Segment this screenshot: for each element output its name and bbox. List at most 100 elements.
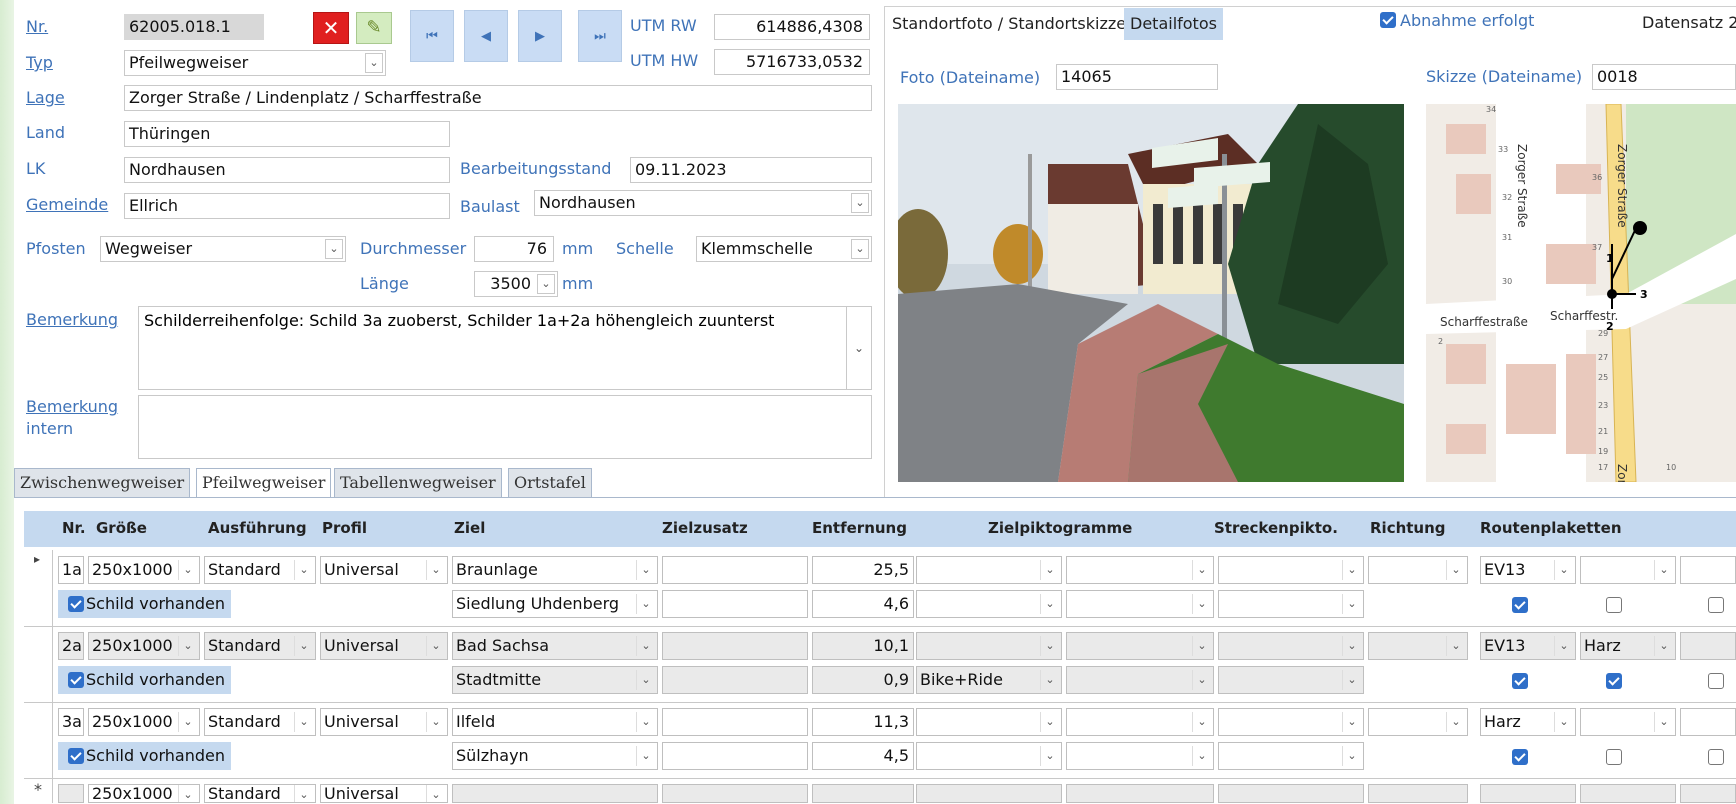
row3-profil-select[interactable]: Universal ⌄ <box>320 708 448 736</box>
chevron-down-icon[interactable]: ⌄ <box>178 636 197 656</box>
chevron-down-icon[interactable]: ⌄ <box>426 560 445 580</box>
chevron-down-icon[interactable]: ⌄ <box>294 636 313 656</box>
tab-pfeilwegweiser[interactable]: Pfeilwegweiser <box>196 468 332 498</box>
row3-pikto2a[interactable]: ⌄ <box>916 742 1062 770</box>
chevron-down-icon[interactable]: ⌄ <box>846 307 871 389</box>
abnahme-checkbox[interactable] <box>1380 12 1396 28</box>
row2-rp-check-2[interactable] <box>1606 673 1622 689</box>
row2-ziel1-select[interactable]: Bad Sachsa ⌄ <box>452 632 658 660</box>
row3-rp2-select[interactable]: ⌄ <box>1580 708 1676 736</box>
row2-groesse-select[interactable]: 250x1000 ⌄ <box>88 632 200 660</box>
row3-rp1-select[interactable]: Harz ⌄ <box>1480 708 1576 736</box>
row1-entf1[interactable]: 25,5 <box>812 556 914 584</box>
row2-entf2[interactable]: 0,9 <box>812 666 914 694</box>
row1-strecken2[interactable]: ⌄ <box>1218 590 1364 618</box>
land-field[interactable]: Thüringen <box>124 121 450 147</box>
chevron-down-icon[interactable]: ⌄ <box>1192 560 1211 580</box>
row2-richtung[interactable]: ⌄ <box>1368 632 1468 660</box>
row2-zielzusatz1[interactable] <box>662 632 808 660</box>
chevron-down-icon[interactable]: ⌄ <box>1342 560 1361 580</box>
row2-rp-check-1[interactable] <box>1512 673 1528 689</box>
bearbeitungsstand-field[interactable]: 09.11.2023 <box>630 157 872 183</box>
newrow-pikto2[interactable] <box>1066 784 1214 803</box>
chevron-down-icon[interactable]: ⌄ <box>1040 670 1059 690</box>
row3-rp-check-1[interactable] <box>1512 749 1528 765</box>
chevron-down-icon[interactable]: ⌄ <box>636 712 655 732</box>
row2-strecken2[interactable]: ⌄ <box>1218 666 1364 694</box>
chevron-down-icon[interactable]: ⌄ <box>1192 636 1211 656</box>
row1-strecken1[interactable]: ⌄ <box>1218 556 1364 584</box>
tab-zwischenwegweiser[interactable]: Zwischenwegweiser <box>14 468 191 498</box>
tab-standortfoto[interactable]: Standortfoto / Standortskizze <box>886 8 1133 40</box>
row2-zielzusatz2[interactable] <box>662 666 808 694</box>
row1-rp1-select[interactable]: EV13 ⌄ <box>1480 556 1576 584</box>
newrow-ziel[interactable] <box>452 784 658 803</box>
row3-nr[interactable]: 3a <box>58 708 84 736</box>
row2-profil-select[interactable]: Universal ⌄ <box>320 632 448 660</box>
lage-field[interactable]: Zorger Straße / Lindenplatz / Scharffest… <box>124 85 872 111</box>
chevron-down-icon[interactable]: ⌄ <box>1040 746 1059 766</box>
row1-richtung[interactable]: ⌄ <box>1368 556 1468 584</box>
next-record-button[interactable]: ▶ <box>518 10 562 62</box>
chevron-down-icon[interactable]: ⌄ <box>1654 560 1673 580</box>
newrow-entf[interactable] <box>812 784 914 803</box>
chevron-down-icon[interactable]: ⌄ <box>1554 712 1573 732</box>
utm-hw-field[interactable]: 5716733,0532 <box>714 49 870 75</box>
row3-zielzusatz2[interactable] <box>662 742 808 770</box>
chevron-down-icon[interactable]: ⌄ <box>1446 560 1465 580</box>
pfosten-select[interactable]: Wegweiser ⌄ <box>100 236 346 262</box>
chevron-down-icon[interactable]: ⌄ <box>1342 746 1361 766</box>
last-record-button[interactable]: ⏭ <box>578 10 622 62</box>
chevron-down-icon[interactable]: ⌄ <box>636 594 655 614</box>
row3-schild-checkbox[interactable] <box>68 748 84 764</box>
row3-entf2[interactable]: 4,5 <box>812 742 914 770</box>
chevron-down-icon[interactable]: ⌄ <box>178 712 197 732</box>
newrow-strecken[interactable] <box>1218 784 1364 803</box>
row1-rp-check-1[interactable] <box>1512 597 1528 613</box>
row2-ziel2-select[interactable]: Stadtmitte ⌄ <box>452 666 658 694</box>
chevron-down-icon[interactable]: ⌄ <box>1040 594 1059 614</box>
row1-ziel1-select[interactable]: Braunlage ⌄ <box>452 556 658 584</box>
chevron-down-icon[interactable]: ⌄ <box>426 636 445 656</box>
row2-pikto1b[interactable]: ⌄ <box>1066 632 1214 660</box>
chevron-down-icon[interactable]: ⌄ <box>325 239 343 259</box>
chevron-down-icon[interactable]: ⌄ <box>1192 746 1211 766</box>
row2-pikto2b[interactable]: ⌄ <box>1066 666 1214 694</box>
row1-rp3-select[interactable] <box>1680 556 1736 584</box>
chevron-down-icon[interactable]: ⌄ <box>294 785 313 802</box>
chevron-down-icon[interactable]: ⌄ <box>1192 712 1211 732</box>
row3-pikto1a[interactable]: ⌄ <box>916 708 1062 736</box>
chevron-down-icon[interactable]: ⌄ <box>636 636 655 656</box>
lk-field[interactable]: Nordhausen <box>124 157 450 183</box>
gemeinde-field[interactable]: Ellrich <box>124 193 450 219</box>
chevron-down-icon[interactable]: ⌄ <box>178 785 197 802</box>
chevron-down-icon[interactable]: ⌄ <box>1342 594 1361 614</box>
row2-pikto1a[interactable]: ⌄ <box>916 632 1062 660</box>
chevron-down-icon[interactable]: ⌄ <box>636 670 655 690</box>
row3-strecken1[interactable]: ⌄ <box>1218 708 1364 736</box>
row3-strecken2[interactable]: ⌄ <box>1218 742 1364 770</box>
chevron-down-icon[interactable]: ⌄ <box>1040 636 1059 656</box>
row3-pikto1b[interactable]: ⌄ <box>1066 708 1214 736</box>
row3-ausf-select[interactable]: Standard ⌄ <box>204 708 316 736</box>
chevron-down-icon[interactable]: ⌄ <box>1040 560 1059 580</box>
chevron-down-icon[interactable]: ⌄ <box>1554 560 1573 580</box>
nr-field[interactable]: 62005.018.1 <box>124 14 264 40</box>
row1-pikto1a[interactable]: ⌄ <box>916 556 1062 584</box>
row3-groesse-select[interactable]: 250x1000 ⌄ <box>88 708 200 736</box>
row2-strecken1[interactable]: ⌄ <box>1218 632 1364 660</box>
chevron-down-icon[interactable]: ⌄ <box>1554 636 1573 656</box>
newrow-groesse-select[interactable]: 250x1000 ⌄ <box>88 784 200 803</box>
chevron-down-icon[interactable]: ⌄ <box>636 746 655 766</box>
chevron-down-icon[interactable]: ⌄ <box>1446 636 1465 656</box>
row3-zielzusatz1[interactable] <box>662 708 808 736</box>
row2-rp2-select[interactable]: Harz ⌄ <box>1580 632 1676 660</box>
baulast-select[interactable]: Nordhausen ⌄ <box>534 190 872 216</box>
row1-rp-check-2[interactable] <box>1606 597 1622 613</box>
newrow-zielzusatz[interactable] <box>662 784 808 803</box>
row2-entf1[interactable]: 10,1 <box>812 632 914 660</box>
durchmesser-field[interactable]: 76 <box>474 236 554 262</box>
schelle-select[interactable]: Klemmschelle ⌄ <box>696 236 872 262</box>
row1-rp2-select[interactable]: ⌄ <box>1580 556 1676 584</box>
chevron-down-icon[interactable]: ⌄ <box>1342 636 1361 656</box>
